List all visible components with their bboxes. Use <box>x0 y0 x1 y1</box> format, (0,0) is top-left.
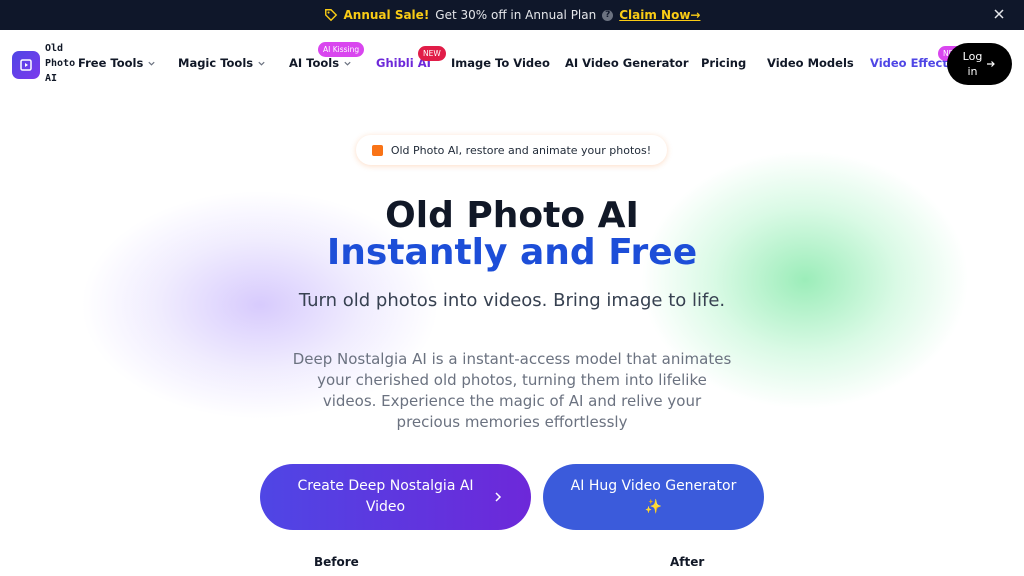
nav-image-to-video[interactable]: Image To Video <box>451 56 550 70</box>
create-button-label-line-2: Video <box>365 499 406 515</box>
close-icon[interactable] <box>992 7 1006 21</box>
image-icon <box>371 144 383 156</box>
navbar: Old Photo AI Free Tools Magic Tools AI T… <box>0 30 1024 100</box>
hero-subtitle: Turn old photos into videos. Bring image… <box>298 290 726 311</box>
nav-video-models-label: Video Models <box>767 56 854 70</box>
nav-pricing[interactable]: Pricing <box>701 56 746 70</box>
hug-button-label: AI Hug Video Generator ✨ <box>571 476 737 518</box>
nav-free-tools-label: Free Tools <box>78 56 144 70</box>
login-label: Log in <box>963 49 983 79</box>
help-icon[interactable]: ? <box>602 9 614 21</box>
create-button-label: Create Deep Nostalgia AI Video <box>297 476 473 518</box>
tag-icon <box>324 9 337 22</box>
create-deep-nostalgia-button[interactable]: Create Deep Nostalgia AI Video <box>260 464 531 530</box>
sparkles-icon: ✨ <box>644 499 663 515</box>
brand-line-1: Old <box>45 43 64 54</box>
ai-hug-video-generator-button[interactable]: AI Hug Video Generator ✨ <box>543 464 764 530</box>
nav-ai-video-generator-label: AI Video Generator <box>565 56 689 70</box>
logo-video-glyph <box>20 59 32 71</box>
nav-magic-tools-label: Magic Tools <box>178 56 254 70</box>
chevron-down-icon <box>344 61 351 66</box>
login-label-line-2: in <box>967 65 978 78</box>
login-label-line-1: Log <box>962 50 983 63</box>
nav-ai-tools[interactable]: AI Tools <box>289 56 352 70</box>
promo-bar: Annual Sale! Get 30% off in Annual Plan … <box>0 0 1024 30</box>
hero-title-highlight: Instantly and Free <box>326 232 698 273</box>
after-label: After <box>670 555 705 569</box>
nav-video-models[interactable]: Video Models <box>767 56 854 70</box>
chevron-right-icon <box>495 492 502 502</box>
nav-image-to-video-label: Image To Video <box>451 56 550 70</box>
chevron-down-icon <box>258 61 265 66</box>
brand-line-3: AI <box>45 73 58 84</box>
promo-offer-text: Get 30% off in Annual Plan <box>435 8 597 22</box>
promo-sale-label: Annual Sale! <box>343 8 430 22</box>
ai-kissing-badge: AI Kissing <box>318 42 365 57</box>
create-button-label-line-1: Create Deep Nostalgia AI <box>297 478 474 494</box>
nav-pricing-label: Pricing <box>701 56 747 70</box>
hero-description: Deep Nostalgia AI is a instant-access mo… <box>292 350 732 431</box>
nav-ai-video-generator[interactable]: AI Video Generator <box>565 56 689 70</box>
claim-now-link[interactable]: Claim Now→ <box>619 8 700 22</box>
hero-title: Old Photo AI <box>385 195 639 236</box>
before-label: Before <box>314 555 359 569</box>
nav-free-tools[interactable]: Free Tools <box>78 56 156 70</box>
video-icon[interactable] <box>12 51 40 79</box>
ghibli-new-badge: NEW <box>418 46 446 61</box>
hug-button-label-line-1: AI Hug Video Generator <box>570 478 737 494</box>
hero-pill: Old Photo AI, restore and animate your p… <box>356 135 667 165</box>
login-button[interactable]: Log in <box>947 43 1012 85</box>
arrow-right-icon <box>987 61 996 67</box>
nav-magic-tools[interactable]: Magic Tools <box>178 56 266 70</box>
nav-ai-tools-label: AI Tools <box>289 56 340 70</box>
hero-pill-text: Old Photo AI, restore and animate your p… <box>390 143 652 157</box>
chevron-down-icon <box>148 61 155 66</box>
